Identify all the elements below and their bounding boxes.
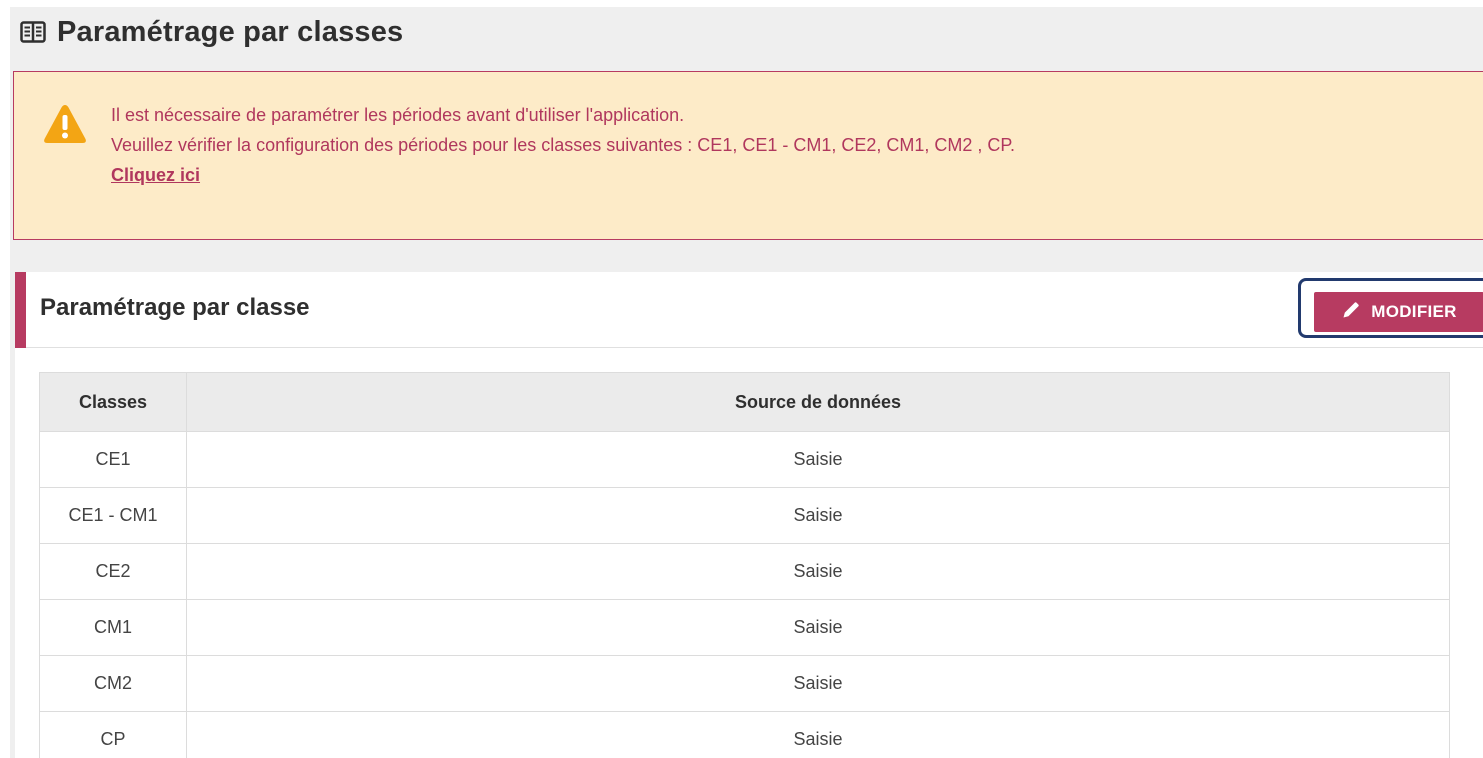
class-cell: CE1 - CM1 <box>39 487 187 544</box>
table-row: CE1 - CM1 Saisie <box>39 487 1450 544</box>
table-row: CM2 Saisie <box>39 655 1450 712</box>
alert-line-2: Veuillez vérifier la configuration des p… <box>111 135 1016 155</box>
click-here-link[interactable]: Cliquez ici <box>111 165 200 185</box>
class-cell: CM1 <box>39 599 187 656</box>
class-cell: CE2 <box>39 543 187 600</box>
source-cell: Saisie <box>186 487 1450 544</box>
table-header-row: Classes Source de données <box>39 372 1450 432</box>
section-divider <box>26 347 1483 348</box>
source-cell: Saisie <box>186 599 1450 656</box>
modify-button-label: MODIFIER <box>1371 302 1457 321</box>
class-cell: CE1 <box>39 431 187 488</box>
class-cell: CM2 <box>39 655 187 712</box>
warning-alert: Il est nécessaire de paramétrer les péri… <box>13 71 1483 240</box>
table-row: CE2 Saisie <box>39 543 1450 600</box>
page: Paramétrage par classes Il est nécessair… <box>0 0 1483 758</box>
table-row: CM1 Saisie <box>39 599 1450 656</box>
alert-line-1: Il est nécessaire de paramétrer les péri… <box>111 105 685 125</box>
modify-button[interactable]: MODIFIER <box>1314 292 1483 332</box>
section-title: Paramétrage par classe <box>40 294 310 321</box>
class-cell: CP <box>39 711 187 758</box>
source-cell: Saisie <box>186 431 1450 488</box>
classes-table: Classes Source de données CE1 Saisie CE1… <box>39 372 1450 758</box>
column-header-classes: Classes <box>39 372 187 432</box>
page-header: Paramétrage par classes <box>19 12 403 52</box>
alert-message: Il est nécessaire de paramétrer les péri… <box>111 100 1015 190</box>
warning-icon <box>42 102 88 146</box>
source-cell: Saisie <box>186 655 1450 712</box>
table-row: CE1 Saisie <box>39 431 1450 488</box>
source-cell: Saisie <box>186 543 1450 600</box>
column-header-source: Source de données <box>186 372 1450 432</box>
page-title: Paramétrage par classes <box>57 15 404 48</box>
source-cell: Saisie <box>186 711 1450 758</box>
section-accent-bar <box>15 272 26 348</box>
pencil-icon <box>1341 300 1361 325</box>
table-row: CP Saisie <box>39 711 1450 758</box>
book-icon <box>19 20 47 44</box>
class-settings-section: Paramétrage par classe MODIFIER Classes … <box>15 272 1483 758</box>
